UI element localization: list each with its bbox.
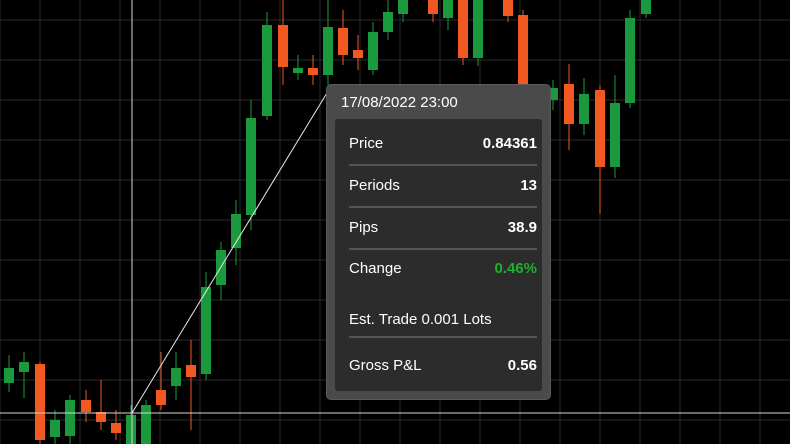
candle-body	[368, 32, 378, 70]
candle-down	[458, 0, 468, 65]
candle-body	[262, 25, 272, 116]
candle-body	[19, 362, 29, 372]
candle-body	[353, 50, 363, 58]
candle-up	[126, 405, 136, 444]
pips-label: Pips	[349, 219, 379, 236]
periods-label: Periods	[349, 177, 400, 194]
candle-up	[171, 352, 181, 400]
price-row: Price 0.84361	[349, 135, 537, 152]
candle-up	[625, 10, 635, 108]
gross-pl-label: Gross P&L	[349, 357, 422, 374]
separator	[349, 206, 537, 208]
candle-up	[368, 22, 378, 75]
candle-up	[246, 100, 256, 230]
change-label: Change	[349, 260, 402, 277]
candle-up	[383, 0, 393, 40]
candle-down	[81, 390, 91, 422]
candle-up	[19, 352, 29, 398]
tooltip-datetime: 17/08/2022 23:00	[341, 94, 458, 111]
est-trade-text: Est. Trade 0.001 Lots	[349, 311, 492, 328]
pips-row: Pips 38.9	[349, 219, 537, 236]
candle-up	[201, 272, 211, 380]
candle-body	[171, 368, 181, 386]
candle-up	[293, 55, 303, 80]
change-row: Change 0.46%	[349, 260, 537, 277]
price-label: Price	[349, 135, 384, 152]
candle-body	[503, 0, 513, 16]
candle-body	[473, 0, 483, 58]
candle-body	[246, 118, 256, 215]
candle-down	[186, 340, 196, 430]
candle-body	[4, 368, 14, 383]
candle-body	[398, 0, 408, 14]
candle-body	[156, 390, 166, 405]
pips-value: 38.9	[507, 219, 537, 236]
candle-up	[262, 12, 272, 120]
separator	[349, 248, 537, 250]
candle-body	[141, 405, 151, 444]
candle-up	[216, 242, 226, 300]
candle-down	[518, 10, 528, 95]
candle-down	[428, 0, 438, 22]
candle-body	[338, 28, 348, 55]
candle-body	[126, 415, 136, 444]
candle-body	[186, 365, 196, 377]
candle-body	[383, 12, 393, 32]
candle-down	[564, 64, 574, 150]
candle-up	[443, 0, 453, 30]
measure-tooltip: 17/08/2022 23:00 Price 0.84361 Periods 1…	[326, 84, 551, 400]
candle-down	[353, 35, 363, 70]
candle-up	[50, 410, 60, 444]
candle-body	[278, 25, 288, 67]
candle-body	[595, 90, 605, 167]
candle-up	[4, 355, 14, 392]
est-trade-row: Est. Trade 0.001 Lots	[349, 311, 537, 328]
candle-body	[111, 423, 121, 433]
candle-body	[81, 400, 91, 412]
periods-row: Periods 13	[349, 177, 537, 194]
price-value: 0.84361	[482, 135, 537, 152]
candle-body	[428, 0, 438, 14]
candle-body	[201, 287, 211, 374]
separator	[349, 164, 537, 166]
separator	[349, 336, 537, 338]
candle-down	[96, 380, 106, 430]
candle-up	[610, 75, 620, 178]
gross-pl-value: 0.56	[507, 357, 537, 374]
candle-body	[323, 27, 333, 75]
periods-value: 13	[520, 177, 537, 194]
candle-body	[65, 400, 75, 436]
candle-down	[338, 10, 348, 65]
candle-down	[503, 0, 513, 22]
candle-body	[50, 420, 60, 437]
candle-body	[443, 0, 453, 18]
gross-pl-row: Gross P&L 0.56	[349, 357, 537, 374]
change-value: 0.46%	[494, 260, 537, 277]
candle-body	[293, 68, 303, 73]
candle-body	[625, 18, 635, 103]
candle-body	[579, 94, 589, 124]
candle-up	[323, 0, 333, 85]
candle-up	[473, 0, 483, 66]
candle-body	[35, 364, 45, 440]
candle-body	[308, 68, 318, 75]
candle-up	[65, 395, 75, 444]
candle-body	[518, 15, 528, 90]
measure-line	[131, 87, 331, 414]
candle-up	[641, 0, 651, 18]
candle-down	[156, 352, 166, 410]
candle-up	[141, 400, 151, 444]
candle-body	[564, 84, 574, 124]
candle-down	[35, 362, 45, 444]
candle-down	[595, 85, 605, 214]
tooltip-body: Price 0.84361 Periods 13 Pips 38.9 Chang…	[335, 119, 542, 391]
candle-body	[641, 0, 651, 14]
candle-up	[579, 78, 589, 135]
candle-body	[610, 103, 620, 167]
candle-body	[458, 0, 468, 58]
